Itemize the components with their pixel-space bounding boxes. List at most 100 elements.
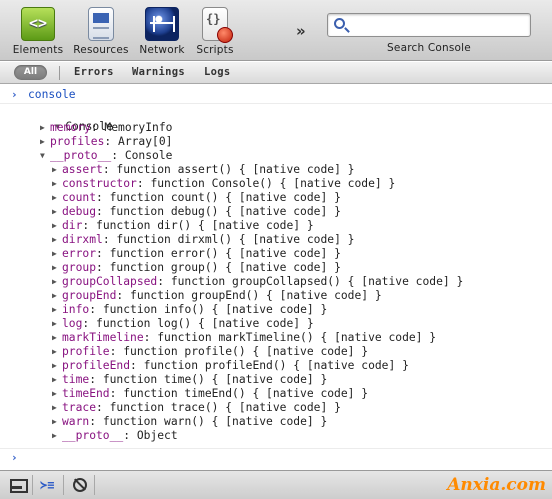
property-key: group <box>62 261 97 274</box>
input-prompt-icon[interactable]: › <box>11 451 18 464</box>
search-icon <box>334 18 345 29</box>
collapsed-triangle-icon[interactable]: ▶ <box>52 345 62 359</box>
property-value: Object <box>136 429 178 442</box>
search-input[interactable] <box>352 16 527 34</box>
property-colon: : <box>89 303 103 316</box>
collapsed-triangle-icon[interactable]: ▶ <box>52 415 62 429</box>
property-key: groupCollapsed <box>62 275 158 288</box>
property-colon: : <box>102 233 117 246</box>
property-row[interactable]: ▶ __proto__: Object <box>52 429 178 443</box>
property-colon: : <box>143 331 158 344</box>
property-value: function error() { [native code] } <box>109 247 341 260</box>
collapsed-triangle-icon[interactable]: ▶ <box>52 163 62 177</box>
property-key: __proto__ <box>62 429 124 442</box>
collapsed-triangle-icon[interactable]: ▶ <box>52 429 62 443</box>
property-row[interactable]: ▶ profileEnd: function profileEnd() { [na… <box>52 359 409 373</box>
more-tabs-chevron-icon[interactable]: » <box>296 22 306 40</box>
property-value: function debug() { [native code] } <box>109 205 341 218</box>
property-key: count <box>62 191 97 204</box>
property-colon: : <box>96 401 110 414</box>
property-value: function time() { [native code] } <box>102 373 328 386</box>
expanded-triangle-icon[interactable]: ▼ <box>40 149 50 163</box>
collapsed-triangle-icon[interactable]: ▶ <box>52 289 62 303</box>
console-icon[interactable]: ≻≡ <box>40 477 58 493</box>
resources-tab[interactable]: Resources <box>71 7 131 56</box>
watermark-text: Anxia.com <box>447 475 546 495</box>
collapsed-triangle-icon[interactable]: ▶ <box>52 275 62 289</box>
property-row[interactable]: ▶ info: function info() { [native code] } <box>52 303 327 317</box>
property-colon: : <box>89 415 103 428</box>
console-command: console <box>28 88 76 101</box>
collapsed-triangle-icon[interactable]: ▶ <box>52 191 62 205</box>
property-colon: : <box>157 275 171 288</box>
status-bar: ≻≡ Anxia.com <box>0 470 552 499</box>
collapsed-triangle-icon[interactable]: ▶ <box>52 401 62 415</box>
property-row[interactable]: ▶ warn: function warn() { [native code] } <box>52 415 327 429</box>
collapsed-triangle-icon[interactable]: ▶ <box>52 317 62 331</box>
property-value: function group() { [native code] } <box>109 261 341 274</box>
property-row[interactable]: ▶ group: function group() { [native code]… <box>52 261 341 275</box>
property-row[interactable]: ▶ groupCollapsed: function groupCollapsed… <box>52 275 463 289</box>
property-row[interactable]: ▶ count: function count() { [native code]… <box>52 191 341 205</box>
collapsed-triangle-icon[interactable]: ▶ <box>52 219 62 233</box>
property-value: function log() { [native code] } <box>96 317 314 330</box>
property-colon: : <box>96 247 110 260</box>
clear-icon[interactable] <box>71 477 89 493</box>
property-row[interactable]: ▶ debug: function debug() { [native code]… <box>52 205 341 219</box>
property-row[interactable]: ▶ trace: function trace() { [native code]… <box>52 401 341 415</box>
collapsed-triangle-icon[interactable]: ▶ <box>40 121 50 135</box>
property-colon: : <box>136 177 151 190</box>
property-row[interactable]: ▶ groupEnd: function groupEnd() { [native… <box>52 289 382 303</box>
scripts-tab[interactable]: Scripts <box>192 7 238 56</box>
status-divider <box>94 475 95 495</box>
filter-warnings-button[interactable]: Warnings <box>132 66 185 78</box>
status-divider <box>32 475 33 495</box>
collapsed-triangle-icon[interactable]: ▶ <box>52 205 62 219</box>
property-row[interactable]: ▶ log: function log() { [native code] } <box>52 317 314 331</box>
collapsed-triangle-icon[interactable]: ▶ <box>40 135 50 149</box>
search-console-field[interactable] <box>327 13 531 37</box>
property-row[interactable]: ▶ dir: function dir() { [native code] } <box>52 219 314 233</box>
collapsed-triangle-icon[interactable]: ▶ <box>52 177 62 191</box>
filter-all-button[interactable]: All <box>14 65 47 80</box>
collapsed-triangle-icon[interactable]: ▶ <box>52 303 62 317</box>
collapsed-triangle-icon[interactable]: ▶ <box>52 373 62 387</box>
filter-logs-button[interactable]: Logs <box>204 66 231 78</box>
collapsed-triangle-icon[interactable]: ▶ <box>52 359 62 373</box>
console-root-row[interactable]: ▼ Console <box>28 106 113 133</box>
property-colon: : <box>104 135 119 148</box>
property-value: function count() { [native code] } <box>109 191 341 204</box>
collapsed-triangle-icon[interactable]: ▶ <box>52 233 62 247</box>
network-tab[interactable]: Network <box>137 7 187 56</box>
property-row[interactable]: ▶ profiles: Array[0] <box>40 135 172 149</box>
property-row[interactable]: ▶ assert: function assert() { [native cod… <box>52 163 354 177</box>
collapsed-triangle-icon[interactable]: ▶ <box>52 261 62 275</box>
property-row[interactable]: ▶ memory: MemoryInfo <box>40 121 172 135</box>
property-row[interactable]: ▼ __proto__: Console <box>40 149 172 163</box>
elements-tab[interactable]: Elements <box>10 7 66 56</box>
collapsed-triangle-icon[interactable]: ▶ <box>52 387 62 401</box>
scripts-label: Scripts <box>196 44 234 56</box>
property-row[interactable]: ▶ error: function error() { [native code]… <box>52 247 341 261</box>
dock-icon[interactable] <box>9 477 28 493</box>
property-key: error <box>62 247 97 260</box>
property-row[interactable]: ▶ markTimeline: function markTimeline() {… <box>52 331 436 345</box>
property-colon: : <box>90 121 105 134</box>
property-row[interactable]: ▶ constructor: function Console() { [nati… <box>52 177 395 191</box>
property-value: function dir() { [native code] } <box>96 219 314 232</box>
property-colon: : <box>96 205 110 218</box>
property-key: __proto__ <box>50 149 112 162</box>
property-row[interactable]: ▶ timeEnd: function timeEnd() { [native c… <box>52 387 368 401</box>
property-value: function Console() { [native code] } <box>150 177 396 190</box>
property-value: function groupCollapsed() { [native code… <box>170 275 464 288</box>
console-output[interactable]: › console ▼ Console ▶ memory: MemoryInfo ▶ p… <box>0 85 552 470</box>
property-key: debug <box>62 205 97 218</box>
property-colon: : <box>111 149 125 162</box>
property-row[interactable]: ▶ time: function time() { [native code] } <box>52 373 327 387</box>
property-row[interactable]: ▶ dirxml: function dirxml() { [native cod… <box>52 233 354 247</box>
collapsed-triangle-icon[interactable]: ▶ <box>52 331 62 345</box>
collapsed-triangle-icon[interactable]: ▶ <box>52 247 62 261</box>
property-row[interactable]: ▶ profile: function profile() { [native c… <box>52 345 368 359</box>
property-key: markTimeline <box>62 331 144 344</box>
filter-errors-button[interactable]: Errors <box>74 66 114 78</box>
